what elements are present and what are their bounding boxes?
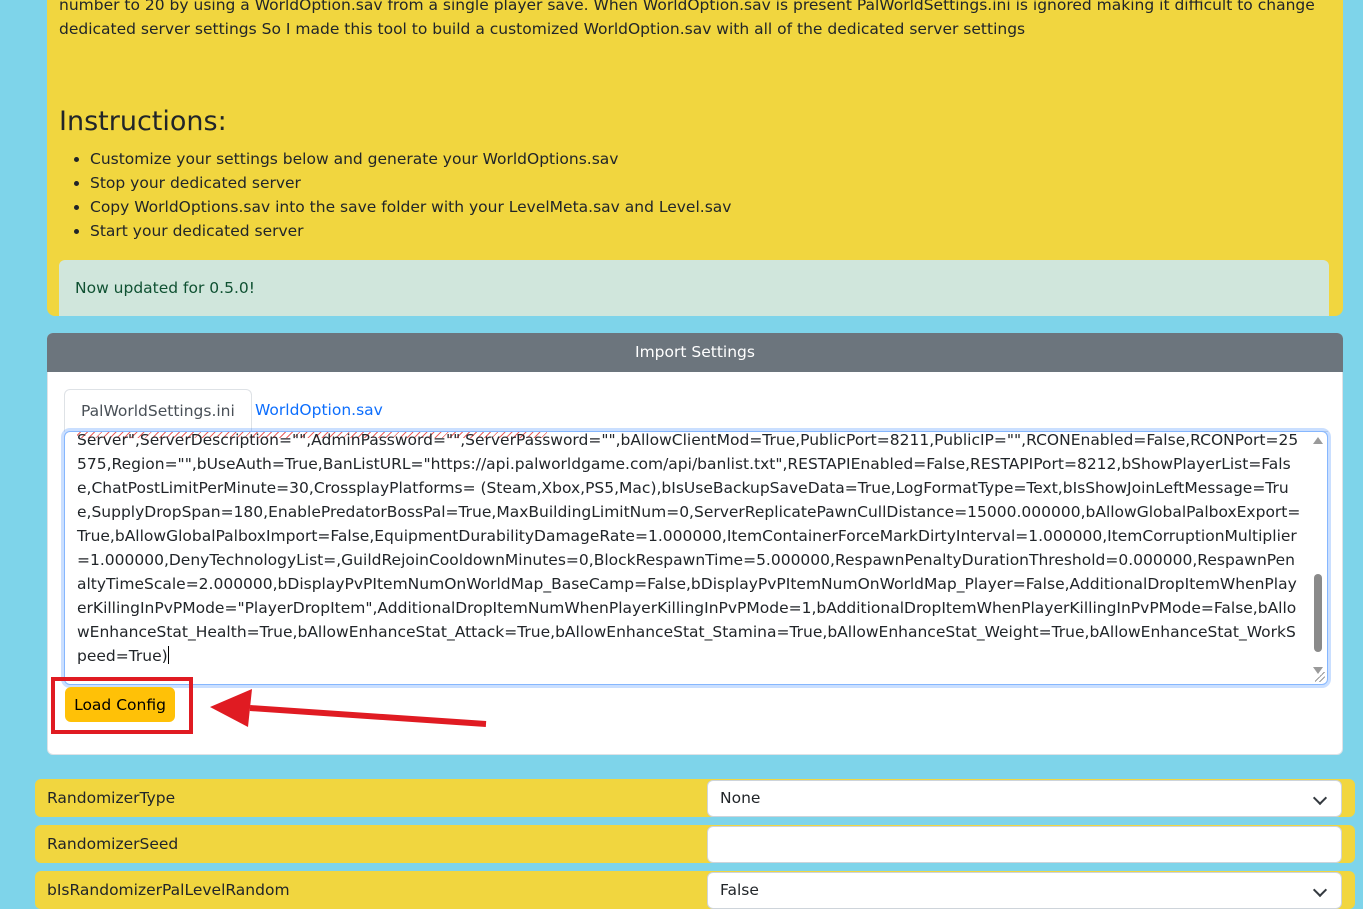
list-item: Start your dedicated server bbox=[90, 219, 731, 243]
setting-label: RandomizerSeed bbox=[47, 835, 179, 853]
select-value: None bbox=[720, 789, 761, 807]
tab-worldoption-sav[interactable]: WorldOption.sav bbox=[239, 389, 399, 431]
chevron-down-icon bbox=[1312, 790, 1328, 806]
list-item: Stop your dedicated server bbox=[90, 171, 731, 195]
chevron-down-icon bbox=[1312, 882, 1328, 898]
tab-palworldsettings-ini[interactable]: PalWorldSettings.ini bbox=[64, 389, 252, 432]
scroll-up-arrow-icon[interactable] bbox=[1313, 437, 1323, 444]
annotation-arrow-icon bbox=[210, 689, 487, 727]
instructions-list: Customize your settings below and genera… bbox=[90, 147, 731, 243]
setting-row-bisrandomizerpallevelrandom: bIsRandomizerPalLevelRandom False bbox=[35, 871, 1355, 909]
instructions-heading: Instructions: bbox=[59, 106, 227, 137]
intro-description: number to 20 by using a WorldOption.sav … bbox=[59, 0, 1315, 38]
list-item: Customize your settings below and genera… bbox=[90, 147, 731, 171]
randomizerseed-input[interactable] bbox=[707, 826, 1342, 863]
scroll-thumb[interactable] bbox=[1314, 574, 1322, 652]
import-settings-header: Import Settings bbox=[47, 333, 1343, 372]
textarea-scrollbar[interactable] bbox=[1312, 434, 1324, 674]
resize-grip-icon[interactable] bbox=[1315, 672, 1325, 682]
config-textarea[interactable]: Server",ServerDescription="",AdminPasswo… bbox=[64, 431, 1328, 685]
intro-panel: number to 20 by using a WorldOption.sav … bbox=[47, 0, 1343, 316]
setting-label: bIsRandomizerPalLevelRandom bbox=[47, 881, 290, 899]
randomizertype-select[interactable]: None bbox=[707, 780, 1342, 817]
list-item: Copy WorldOptions.sav into the save fold… bbox=[90, 195, 731, 219]
bisrandomizerpallevelrandom-select[interactable]: False bbox=[707, 872, 1342, 909]
text-caret bbox=[167, 646, 169, 664]
import-tabs: PalWorldSettings.ini WorldOption.sav bbox=[64, 389, 1328, 432]
setting-row-randomizertype: RandomizerType None bbox=[35, 779, 1355, 817]
setting-label: RandomizerType bbox=[47, 789, 176, 807]
select-value: False bbox=[720, 881, 759, 899]
setting-row-randomizerseed: RandomizerSeed bbox=[35, 825, 1355, 863]
update-notice: Now updated for 0.5.0! bbox=[59, 260, 1329, 316]
annotation-highlight-box bbox=[51, 677, 193, 734]
config-text: Server",ServerDescription="",AdminPasswo… bbox=[77, 431, 1301, 665]
